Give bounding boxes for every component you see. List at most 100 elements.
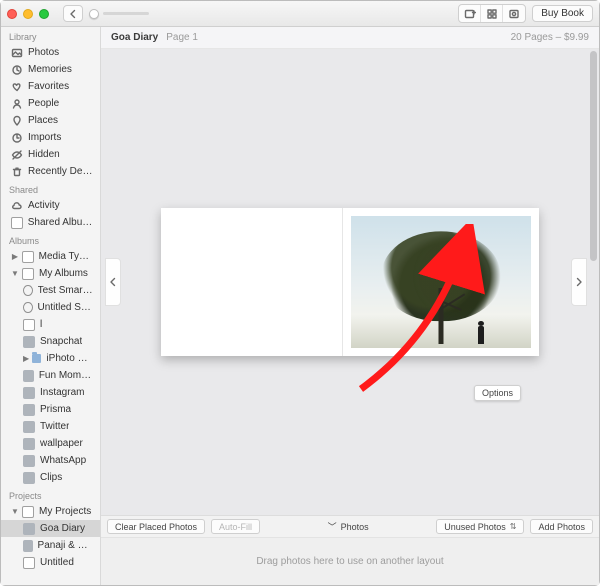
sidebar-item-album[interactable]: wallpaper [1, 435, 100, 452]
clear-placed-button[interactable]: Clear Placed Photos [107, 519, 205, 534]
sidebar-item-album[interactable]: Snapchat [1, 333, 100, 350]
imports-icon [11, 132, 23, 144]
book-page-left[interactable] [161, 208, 343, 356]
close-window-button[interactable] [7, 9, 17, 19]
prev-page-button[interactable] [105, 258, 121, 306]
photo-person [478, 326, 484, 344]
photo-filter-select[interactable]: Unused Photos ⇅ [436, 519, 524, 534]
book-page-right[interactable] [343, 208, 540, 356]
album-icon [22, 251, 34, 263]
info-left: Goa Diary Page 1 [111, 32, 198, 43]
chevron-left-icon [107, 276, 119, 288]
zoom-slider-knob[interactable] [89, 9, 99, 19]
sidebar-label: People [28, 98, 59, 109]
sidebar-label: Media Types [39, 251, 94, 262]
sidebar-label: wallpaper [40, 438, 83, 449]
album-icon [23, 319, 35, 331]
sidebar-item-imports[interactable]: Imports [1, 129, 100, 146]
settings-tool[interactable] [503, 5, 525, 22]
back-button[interactable] [63, 5, 83, 22]
photo-trunk [438, 288, 443, 344]
sidebar-item-project[interactable]: Untitled [1, 554, 100, 571]
sidebar-label: Snapchat [40, 336, 82, 347]
pin-icon [11, 115, 23, 127]
options-popover-button[interactable]: Options [474, 385, 521, 401]
sidebar-label: Memories [28, 64, 72, 75]
layout-grid-icon [486, 8, 498, 20]
sidebar-item-activity[interactable]: Activity [1, 197, 100, 214]
sidebar-label: Fun Moments [39, 370, 94, 381]
sidebar-label: My Albums [39, 268, 88, 279]
sidebar-item-favorites[interactable]: Favorites [1, 78, 100, 95]
spread-area: Options [101, 49, 599, 515]
disclosure-down-icon[interactable]: ▼ [11, 507, 19, 516]
disclosure-right-icon[interactable]: ▶ [11, 252, 19, 261]
sidebar-item-places[interactable]: Places [1, 112, 100, 129]
sidebar-item-memories[interactable]: Memories [1, 61, 100, 78]
window-controls [7, 9, 49, 19]
sidebar-item-project-goa[interactable]: Goa Diary [1, 520, 100, 537]
photo-tray-dropzone[interactable]: Drag photos here to use on another layou… [101, 537, 599, 585]
next-page-button[interactable] [571, 258, 587, 306]
sidebar-label: Panaji & Bard… [38, 540, 94, 551]
book-spread [161, 208, 539, 356]
projects-icon [22, 506, 34, 518]
sidebar-item-smart-album[interactable]: Test Smart A… [1, 282, 100, 299]
sidebar-section-library: Library [1, 27, 100, 44]
sidebar-item-project[interactable]: Panaji & Bard… [1, 537, 100, 554]
sidebar-item-album[interactable]: Instagram [1, 384, 100, 401]
sidebar-item-people[interactable]: People [1, 95, 100, 112]
buy-book-button[interactable]: Buy Book [532, 5, 593, 22]
book-project-icon [23, 523, 35, 535]
sidebar-label: Instagram [40, 387, 84, 398]
sidebar-item-album[interactable]: Twitter [1, 418, 100, 435]
add-photo-tool[interactable] [459, 5, 481, 22]
sidebar-label: Untitled [40, 557, 74, 568]
sidebar-item-iphoto-events[interactable]: ▶iPhoto Events [1, 350, 100, 367]
body: Library Photos Memories Favorites People… [1, 27, 599, 585]
updown-caret-icon: ⇅ [510, 522, 517, 531]
sidebar-item-album[interactable]: Prisma [1, 401, 100, 418]
tray-tab[interactable]: ﹀ Photos [266, 520, 430, 533]
sidebar-item-album[interactable]: Clips [1, 469, 100, 486]
sidebar-item-smart-album[interactable]: Untitled Sma… [1, 299, 100, 316]
tray-tab-label: Photos [341, 522, 369, 532]
auto-fill-button[interactable]: Auto-Fill [211, 519, 260, 534]
book-project-icon [23, 557, 35, 569]
sidebar-label: Imports [28, 132, 61, 143]
sidebar-item-shared-albums[interactable]: Shared Albums [1, 214, 100, 231]
sidebar-item-album[interactable]: WhatsApp [1, 452, 100, 469]
sidebar-item-photos[interactable]: Photos [1, 44, 100, 61]
sidebar-item-media-types[interactable]: ▶ Media Types [1, 248, 100, 265]
app-window: Buy Book Library Photos Memories Favorit… [0, 0, 600, 586]
sidebar-section-albums: Albums [1, 231, 100, 248]
sidebar-item-recently-deleted[interactable]: Recently Deleted [1, 163, 100, 180]
hidden-icon [11, 149, 23, 161]
album-thumb-icon [23, 370, 34, 382]
trash-icon [11, 166, 23, 178]
fullscreen-window-button[interactable] [39, 9, 49, 19]
disclosure-right-icon[interactable]: ▶ [23, 354, 29, 363]
layout-tool[interactable] [481, 5, 503, 22]
sidebar[interactable]: Library Photos Memories Favorites People… [1, 27, 101, 585]
sidebar-item-my-projects[interactable]: ▼My Projects [1, 503, 100, 520]
filter-label: Unused Photos [444, 522, 506, 532]
minimize-window-button[interactable] [23, 9, 33, 19]
titlebar-right: Buy Book [458, 4, 593, 23]
sidebar-item-hidden[interactable]: Hidden [1, 146, 100, 163]
folder-icon [32, 354, 41, 363]
zoom-slider[interactable] [89, 8, 149, 20]
sidebar-label: Photos [28, 47, 59, 58]
album-thumb-icon [23, 438, 35, 450]
photo-plus-icon [464, 8, 476, 20]
sidebar-item-my-albums[interactable]: ▼ My Albums [1, 265, 100, 282]
page-indicator: Page 1 [166, 32, 198, 43]
chevron-right-icon [573, 276, 585, 288]
sidebar-item-album[interactable]: l [1, 316, 100, 333]
disclosure-down-icon[interactable]: ▼ [11, 269, 19, 278]
add-photos-button[interactable]: Add Photos [530, 519, 593, 534]
album-thumb-icon [23, 472, 35, 484]
sidebar-label: Places [28, 115, 58, 126]
placed-photo[interactable] [351, 216, 532, 348]
sidebar-item-album[interactable]: Fun Moments [1, 367, 100, 384]
